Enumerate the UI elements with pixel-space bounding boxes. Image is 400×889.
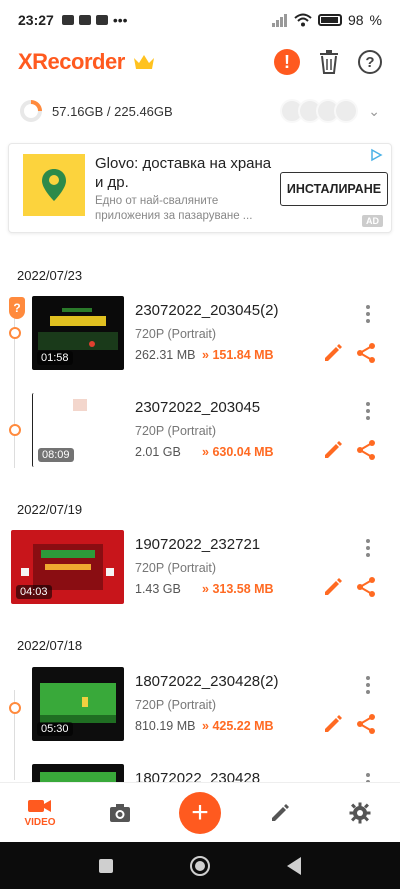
recents-button[interactable] (98, 858, 113, 873)
signal-icon (271, 14, 287, 27)
cloud-icon (95, 15, 108, 25)
more-options-icon[interactable] (360, 772, 376, 782)
bubble-recorder-toggle[interactable]: ⌄ (280, 99, 380, 123)
nav-screenshot[interactable] (80, 803, 160, 823)
duration-label: 08:09 (38, 448, 74, 462)
more-options-icon[interactable] (360, 675, 376, 695)
nav-video[interactable]: VIDEO (0, 797, 80, 828)
camera-icon (110, 803, 130, 822)
recording-item[interactable]: 18072022_230428 (0, 764, 400, 782)
recording-name: 23072022_203045(2) (135, 302, 279, 319)
file-size: 262.31 MB (135, 348, 196, 362)
battery-level: 98 (347, 12, 364, 28)
nav-settings[interactable] (320, 802, 400, 824)
duration-label: 04:03 (16, 585, 52, 599)
ad-title[interactable]: Glovo: доставка на храна и др. (95, 154, 275, 192)
compressed-size: » 151.84 MB (202, 348, 274, 362)
share-icon[interactable] (355, 342, 377, 364)
adchoices-icon[interactable] (369, 148, 383, 162)
compressed-size: » 630.04 MB (202, 445, 274, 459)
duration-label: 05:30 (37, 722, 73, 736)
nav-edit[interactable] (240, 802, 320, 824)
file-size: 1.43 GB (135, 582, 181, 596)
resolution-label: 720P (Portrait) (135, 327, 217, 341)
app-header: XRecorder ! ? (0, 40, 400, 84)
ad-banner[interactable]: Glovo: доставка на храна и др. Едно от н… (8, 143, 392, 233)
alert-icon[interactable]: ! (274, 49, 300, 75)
clock: 23:27 (18, 12, 54, 28)
app-logo: XRecorder (18, 49, 125, 74)
trash-icon[interactable] (318, 50, 340, 74)
status-bar: 23:27 ••• 98% (18, 12, 382, 28)
recording-name: 18072022_230428(2) (135, 673, 279, 690)
gear-icon (349, 802, 371, 823)
share-icon[interactable] (355, 439, 377, 461)
video-icon (78, 15, 91, 25)
more-options-icon[interactable] (360, 401, 376, 421)
recording-item[interactable]: 08:09 23072022_203045 720P (Portrait) 2.… (0, 393, 400, 477)
date-header: 2022/07/18 (17, 638, 83, 653)
bottom-navigation: VIDEO + (0, 782, 400, 842)
recording-name: 19072022_232721 (135, 536, 261, 553)
back-button[interactable] (287, 856, 302, 875)
edit-icon[interactable] (322, 713, 344, 735)
video-thumbnail[interactable]: 08:09 (32, 393, 124, 467)
chevron-down-icon[interactable]: ⌄ (368, 103, 380, 120)
edit-icon[interactable] (322, 576, 344, 598)
ad-install-button[interactable]: ИНСТАЛИРАНЕ (280, 172, 388, 206)
more-options-icon[interactable] (360, 304, 376, 324)
compressed-size: » 425.22 MB (202, 719, 274, 733)
recording-name: 18072022_230428 (135, 770, 261, 782)
video-thumbnail[interactable]: 01:58 (32, 296, 124, 370)
duration-label: 01:58 (37, 351, 73, 365)
file-size: 2.01 GB (135, 445, 181, 459)
storage-text: 57.16GB / 225.46GB (52, 103, 173, 119)
help-icon[interactable]: ? (358, 50, 382, 74)
ad-description: Едно от най-сваляните приложения за паза… (95, 195, 253, 222)
battery-icon (317, 14, 342, 26)
system-navigation-bar (0, 842, 400, 889)
bubble-icon (334, 99, 359, 123)
ad-app-icon[interactable] (23, 154, 85, 216)
video-thumbnail[interactable]: 04:03 (11, 530, 124, 604)
resolution-label: 720P (Portrait) (135, 561, 217, 575)
nav-video-label: VIDEO (24, 817, 56, 828)
video-camera-icon (28, 800, 51, 812)
date-header: 2022/07/23 (17, 268, 83, 283)
premium-crown-icon[interactable] (133, 53, 155, 71)
ad-badge: AD (362, 215, 383, 227)
resolution-label: 720P (Portrait) (135, 424, 217, 438)
storage-pie-icon (20, 100, 42, 122)
compressed-size: » 313.58 MB (202, 582, 274, 596)
map-pin-icon (42, 169, 66, 201)
game-screenshot (40, 772, 116, 782)
resolution-label: 720P (Portrait) (135, 698, 217, 712)
message-icon (61, 15, 74, 25)
more-notifications-icon: ••• (112, 12, 128, 28)
recording-item[interactable]: 05:30 18072022_230428(2) 720P (Portrait)… (0, 667, 400, 751)
video-thumbnail[interactable] (32, 764, 124, 782)
file-size: 810.19 MB (135, 719, 196, 733)
notification-icons: ••• (61, 12, 128, 28)
nav-record[interactable]: + (160, 791, 240, 834)
record-plus-button[interactable]: + (179, 791, 221, 834)
pencil-icon (272, 803, 289, 821)
edit-icon[interactable] (322, 342, 344, 364)
more-options-icon[interactable] (360, 538, 376, 558)
edit-icon[interactable] (322, 439, 344, 461)
wifi-icon (294, 13, 312, 27)
date-header: 2022/07/19 (17, 502, 83, 517)
storage-bar: 57.16GB / 225.46GB ⌄ (0, 92, 400, 130)
recording-item[interactable]: 01:58 23072022_203045(2) 720P (Portrait)… (0, 296, 400, 380)
home-button[interactable] (189, 855, 210, 876)
video-thumbnail[interactable]: 05:30 (32, 667, 124, 741)
recording-name: 23072022_203045 (135, 399, 261, 416)
share-icon[interactable] (355, 713, 377, 735)
recording-item[interactable]: 04:03 19072022_232721 720P (Portrait) 1.… (0, 530, 400, 614)
share-icon[interactable] (355, 576, 377, 598)
